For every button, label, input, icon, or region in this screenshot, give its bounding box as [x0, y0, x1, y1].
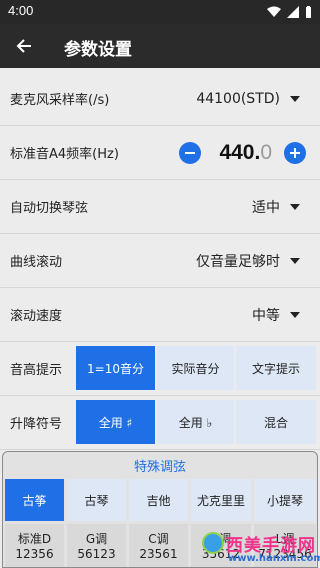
status-icons [267, 5, 312, 19]
setting-value: 中等 [252, 307, 280, 324]
page-title: 参数设置 [64, 40, 132, 60]
setting-label: 音高提示 [10, 363, 63, 378]
setting-value: 适中 [252, 199, 280, 216]
special-tuning-title: 特殊调弦 [133, 459, 186, 475]
accidental-option-mixed[interactable]: 混合 [236, 400, 316, 444]
minus-icon [185, 151, 196, 154]
back-arrow-icon [16, 39, 31, 53]
pitch-hint-option-cents[interactable]: 1=10音分 [76, 346, 155, 390]
setting-value: 44100(STD) [196, 90, 280, 107]
instrument-tab-ukulele[interactable]: 尤克里里 [191, 479, 251, 521]
status-bar: 4:00 [0, 0, 320, 24]
signal-icon [287, 6, 299, 18]
tuning-option[interactable]: G调 56123 [67, 524, 126, 567]
instrument-tab-guqin[interactable]: 古琴 [67, 479, 126, 521]
decrease-button[interactable] [179, 141, 202, 164]
back-button[interactable] [10, 32, 38, 60]
dropdown-arrow-icon [290, 312, 300, 318]
setting-a4-frequency: 标准音A4频率(Hz) 440.0 [0, 126, 320, 180]
setting-label: 麦克风采样率(/s) [10, 93, 110, 108]
tuning-option[interactable]: C调 23561 [129, 524, 188, 567]
setting-mic-sample-rate[interactable]: 麦克风采样率(/s) 44100(STD) [0, 72, 320, 126]
tuning-name: 标准D [17, 532, 52, 546]
increase-button[interactable] [284, 141, 306, 164]
plus-icon [290, 147, 300, 158]
setting-label: 标准音A4频率(Hz) [10, 147, 119, 162]
pitch-hint-option-actual[interactable]: 实际音分 [157, 346, 234, 390]
tuning-notes: 56123 [77, 547, 116, 561]
watermark: 西美手游网 www.hanxm.com [200, 528, 320, 568]
watermark-url: www.hanxm.com [228, 553, 320, 564]
setting-auto-switch[interactable]: 自动切换琴弦 适中 [0, 180, 320, 234]
setting-value: 仅音量足够时 [196, 253, 280, 270]
frequency-value: 440.0 [219, 141, 272, 165]
pitch-hint-option-text[interactable]: 文字提示 [236, 346, 316, 390]
accidental-option-flat[interactable]: 全用 ♭ [157, 400, 234, 444]
battery-icon [306, 6, 311, 18]
tuning-notes: 12356 [15, 547, 54, 561]
setting-label: 自动切换琴弦 [10, 201, 89, 216]
instrument-tab-guzheng[interactable]: 古筝 [5, 479, 64, 521]
app-bar: 参数设置 [0, 24, 320, 68]
frequency-stepper: 440.0 [179, 126, 306, 179]
instrument-tab-guitar[interactable]: 吉他 [129, 479, 188, 521]
setting-scroll-speed[interactable]: 滚动速度 中等 [0, 288, 320, 342]
setting-curve-scroll[interactable]: 曲线滚动 仅音量足够时 [0, 234, 320, 288]
tuning-option[interactable]: 标准D 12356 [5, 524, 64, 567]
dropdown-arrow-icon [290, 204, 300, 210]
frequency-decimal: 0 [260, 140, 272, 164]
watermark-logo-icon [202, 532, 224, 554]
instrument-tab-violin[interactable]: 小提琴 [254, 479, 316, 521]
setting-label: 曲线滚动 [10, 255, 63, 270]
accidental-option-sharp[interactable]: 全用 ♯ [76, 400, 155, 444]
wifi-icon [267, 6, 281, 17]
tuning-notes: 23561 [139, 547, 178, 561]
status-time: 4:00 [8, 3, 34, 18]
dropdown-arrow-icon [290, 258, 300, 264]
setting-label: 升降符号 [10, 417, 63, 432]
tuning-name: C调 [148, 532, 169, 546]
dropdown-arrow-icon [290, 96, 300, 102]
tuning-name: G调 [85, 532, 108, 546]
setting-label: 滚动速度 [10, 309, 63, 324]
frequency-int: 440. [219, 140, 261, 164]
